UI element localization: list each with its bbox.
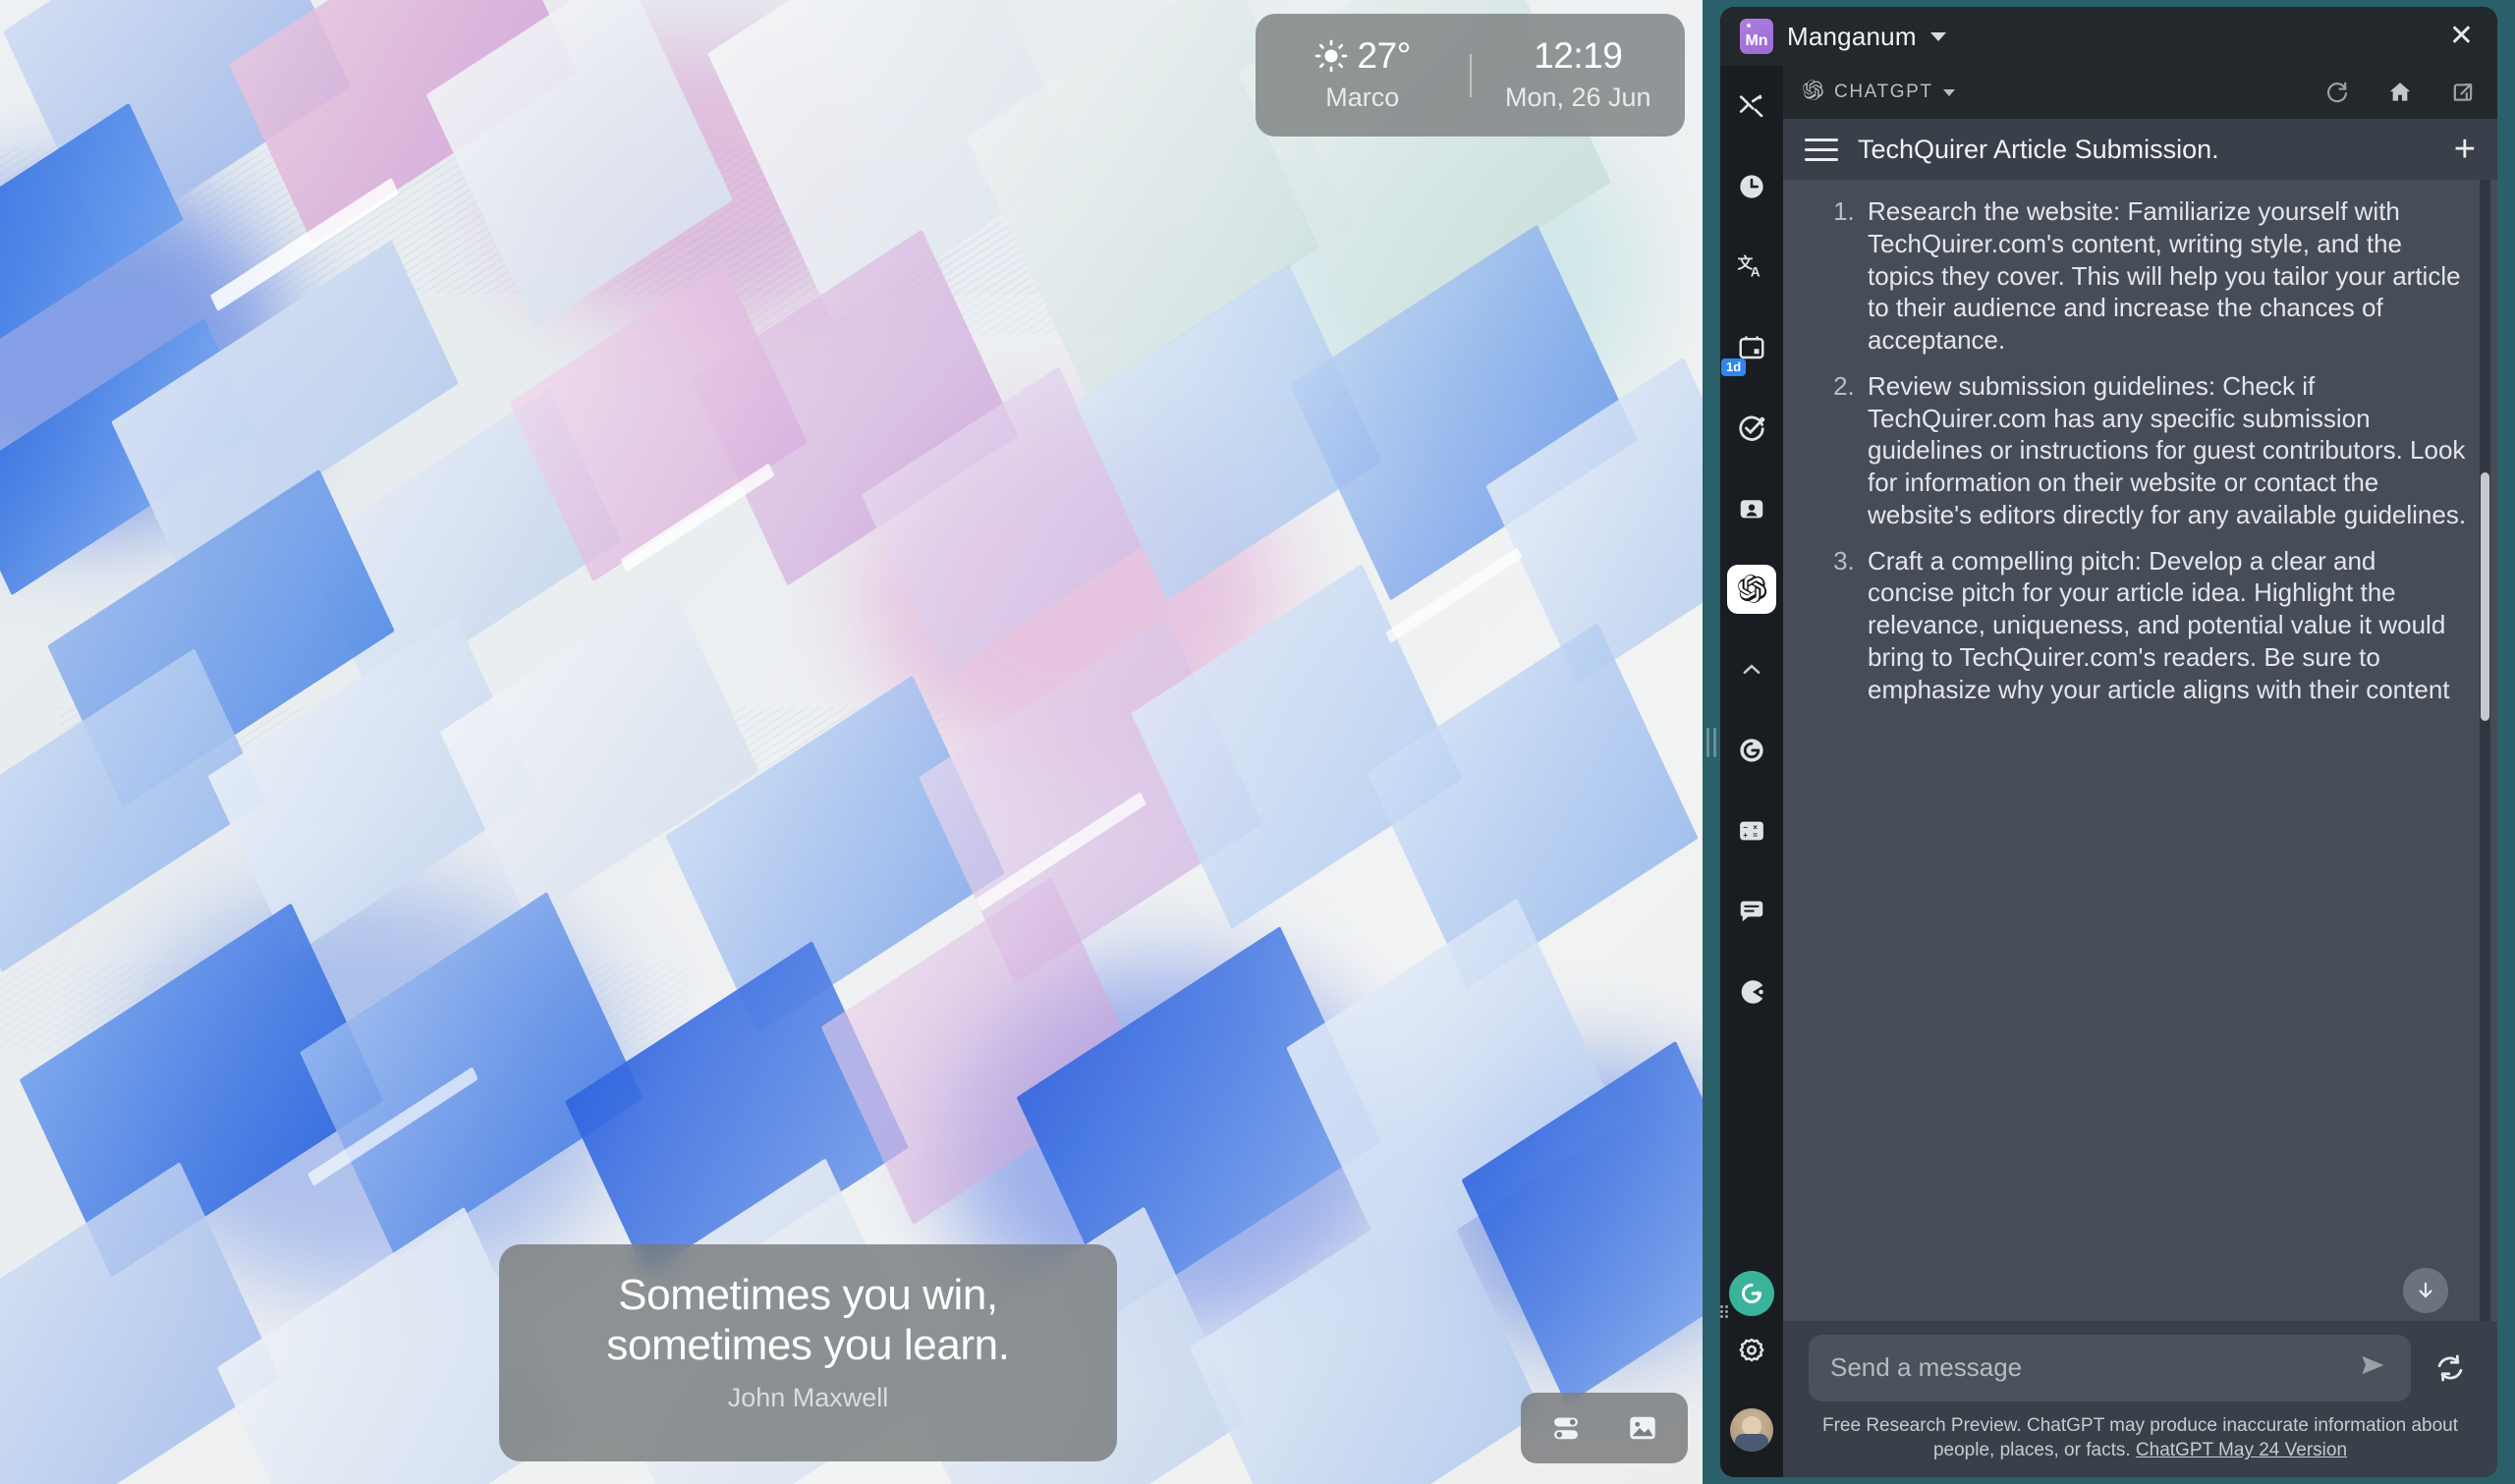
quote-widget[interactable]: Sometimes you win, sometimes you learn. … xyxy=(499,1244,1117,1461)
translate-icon[interactable]: 文 A xyxy=(1727,243,1776,292)
content-column: CHATGPT TechQuirer Article Submission. +… xyxy=(1783,66,2497,1477)
chat-bubble-icon[interactable] xyxy=(1727,887,1776,936)
temperature-value: 27° xyxy=(1357,35,1412,76)
message-area[interactable]: Research the website: Familiarize yourse… xyxy=(1783,180,2497,1321)
scrollbar-thumb[interactable] xyxy=(2481,472,2489,721)
chat-header: TechQuirer Article Submission. + xyxy=(1783,119,2497,180)
regenerate-icon[interactable] xyxy=(2429,1347,2472,1390)
wallpaper-controls xyxy=(1521,1393,1688,1463)
sidebar-item-chatgpt[interactable] xyxy=(1727,565,1776,614)
svg-text:A: A xyxy=(1751,265,1760,280)
panel-resize-handle[interactable] xyxy=(1703,0,1720,1484)
composer-row xyxy=(1809,1334,2472,1402)
list-item: Review submission guidelines: Check if T… xyxy=(1862,370,2468,531)
chat-title: TechQuirer Article Submission. xyxy=(1858,134,2219,164)
toggles-icon[interactable] xyxy=(1548,1410,1584,1446)
composer-area: Free Research Preview. ChatGPT may produ… xyxy=(1783,1320,2497,1477)
grammarly-icon[interactable] xyxy=(1727,726,1776,775)
weather-location: Marco xyxy=(1325,82,1400,112)
chatgpt-icon xyxy=(1801,79,1824,107)
weather-section: 27° Marco xyxy=(1256,37,1470,113)
version-link[interactable]: ChatGPT May 24 Version xyxy=(2136,1440,2347,1460)
footer-disclaimer: Free Research Preview. ChatGPT may produ… xyxy=(1809,1413,2472,1463)
hamburger-icon[interactable] xyxy=(1805,137,1838,161)
clock-icon[interactable] xyxy=(1727,162,1776,211)
window-body: 文 A 1d − × + = CHATGPT TechQuirer Articl… xyxy=(1720,66,2497,1477)
close-icon[interactable]: ✕ xyxy=(2443,20,2480,53)
chevron-up-icon[interactable] xyxy=(1727,645,1776,694)
grip-icon xyxy=(1706,727,1716,757)
avatar[interactable] xyxy=(1730,1408,1773,1452)
calendar-icon[interactable]: 1d xyxy=(1721,323,1776,376)
desktop-wallpaper: 27° Marco 12:19 Mon, 26 Jun Sometimes yo… xyxy=(0,0,1703,1484)
shuffle-icon[interactable] xyxy=(1727,82,1776,131)
plus-icon[interactable]: + xyxy=(2454,131,2476,168)
svg-text:+: + xyxy=(1743,831,1748,840)
arrow-down-icon[interactable] xyxy=(2403,1267,2448,1313)
extension-toolbar: CHATGPT xyxy=(1783,66,2497,119)
pacman-icon[interactable] xyxy=(1727,967,1776,1017)
clock-section: 12:19 Mon, 26 Jun xyxy=(1472,37,1686,113)
answer-list: Research the website: Familiarize yourse… xyxy=(1809,195,2468,705)
composer-box[interactable] xyxy=(1809,1334,2411,1402)
drag-dots-icon xyxy=(1720,1305,1728,1318)
chevron-down-icon[interactable] xyxy=(1942,88,1955,96)
chevron-down-icon[interactable] xyxy=(1929,31,1946,41)
list-item: Research the website: Familiarize yourse… xyxy=(1862,195,2468,357)
list-item: Craft a compelling pitch: Develop a clea… xyxy=(1862,545,2468,706)
contact-card-icon[interactable] xyxy=(1727,484,1776,533)
open-external-icon[interactable] xyxy=(2450,80,2476,105)
svg-text:=: = xyxy=(1753,831,1758,840)
message-input[interactable] xyxy=(1830,1352,2356,1384)
gear-icon[interactable] xyxy=(1727,1326,1776,1375)
send-icon[interactable] xyxy=(2356,1348,2389,1387)
app-logo-badge: Mn xyxy=(1740,19,1773,54)
quote-author: John Maxwell xyxy=(727,1382,889,1412)
task-check-icon[interactable] xyxy=(1727,404,1776,453)
grammarly-round-icon[interactable] xyxy=(1720,1271,1774,1318)
scrollbar-track[interactable] xyxy=(2480,180,2490,1321)
title-bar: Mn Manganum ✕ xyxy=(1720,7,2497,66)
weather-clock-widget[interactable]: 27° Marco 12:19 Mon, 26 Jun xyxy=(1256,14,1685,137)
image-icon[interactable] xyxy=(1625,1410,1660,1446)
refresh-icon[interactable] xyxy=(2324,80,2350,105)
extension-name: CHATGPT xyxy=(1834,82,1933,102)
home-icon[interactable] xyxy=(2387,80,2413,105)
app-title: Manganum xyxy=(1787,21,1917,51)
clock-date: Mon, 26 Jun xyxy=(1504,82,1651,112)
icon-rail: 文 A 1d − × + = xyxy=(1720,66,1783,1477)
sun-icon xyxy=(1314,39,1348,73)
app-window: Mn Manganum ✕ 文 A 1d − × + = CHATGPT Tec… xyxy=(1720,7,2497,1477)
clock-time: 12:19 xyxy=(1534,35,1623,76)
calendar-badge: 1d xyxy=(1721,357,1747,376)
calculator-icon[interactable]: − × + = xyxy=(1727,806,1776,855)
quote-text: Sometimes you win, sometimes you learn. xyxy=(606,1271,1010,1370)
